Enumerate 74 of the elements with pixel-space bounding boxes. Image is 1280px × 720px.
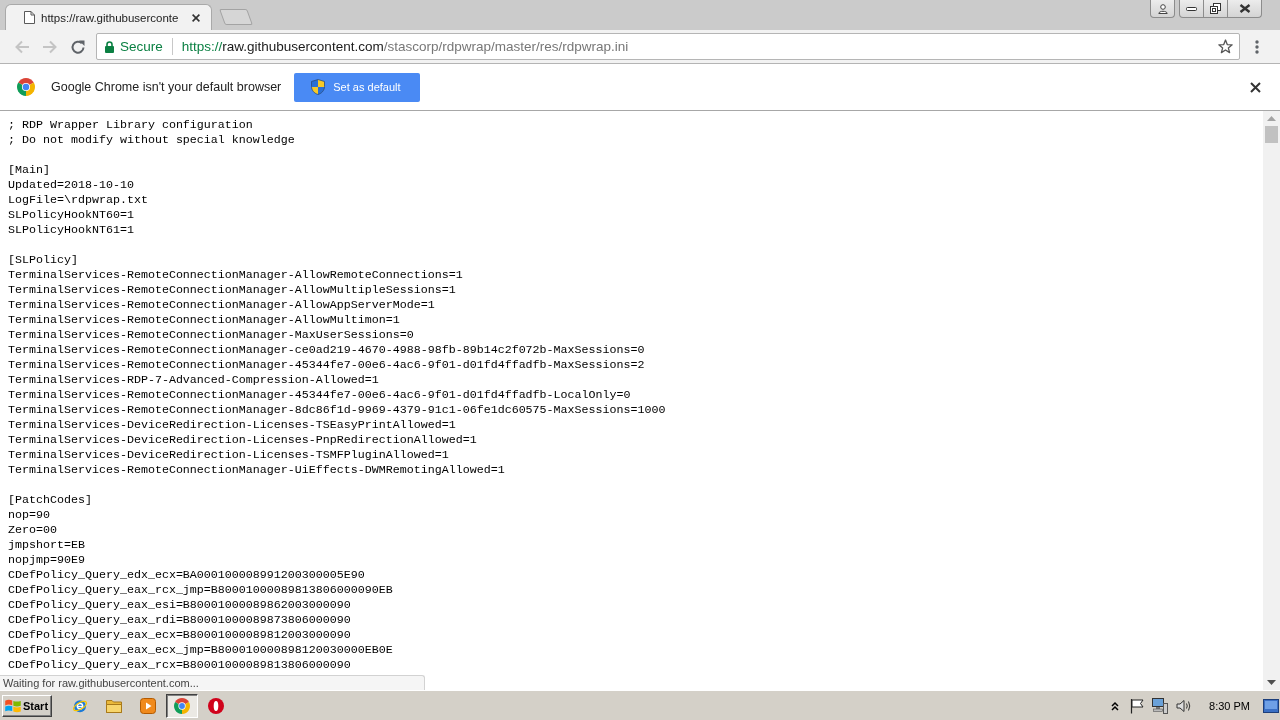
text-line: TerminalServices-RemoteConnectionManager-UiEffects-DWMRemotingAllowed=1 [8, 463, 505, 478]
network-icon[interactable] [1152, 697, 1169, 714]
text-line: [PatchCodes] [8, 493, 92, 508]
person-icon [1157, 3, 1168, 14]
text-line: ; RDP Wrapper Library configuration [8, 118, 253, 133]
text-line: SLPolicyHookNT60=1 [8, 208, 134, 223]
text-line: TerminalServices-RDP-7-Advanced-Compression-Allowed=1 [8, 373, 379, 388]
start-button[interactable]: Start [2, 694, 52, 717]
text-line: CDefPolicy_Query_eax_ecx_jmp=B800010000898120030000EB0E [8, 643, 393, 658]
text-line: CDefPolicy_Query_edx_ecx=BA000100008991200300005E90 [8, 568, 365, 583]
page-icon [24, 11, 35, 24]
minimize-button[interactable] [1179, 0, 1204, 18]
shield-icon [311, 79, 326, 95]
star-icon[interactable] [1218, 39, 1233, 54]
reload-icon[interactable] [70, 38, 86, 55]
play-icon[interactable] [140, 697, 156, 714]
scrollbar-thumb[interactable] [1265, 126, 1278, 143]
text-line: LogFile=\rdpwrap.txt [8, 193, 148, 208]
restore-icon [1210, 3, 1221, 14]
url-text[interactable]: https://raw.githubusercontent.com/stascorp/rdpwrap/master/res/rdpwrap.ini [181, 39, 629, 54]
text-line: nopjmp=90E9 [8, 553, 85, 568]
text-line: CDefPolicy_Query_eax_rdi=B80001000089873806000090 [8, 613, 351, 628]
infobar-message: Google Chrome isn't your default browser [51, 80, 282, 94]
text-line: TerminalServices-RemoteConnectionManager-AllowAppServerMode=1 [8, 298, 435, 313]
close-icon[interactable] [1250, 81, 1261, 93]
text-line: TerminalServices-RemoteConnectionManager-45344fe7-00e6-4ac6-9f01-d01fd4ffadfb-MaxSessions=2 [8, 358, 645, 373]
lock-icon [105, 40, 114, 53]
text-line: CDefPolicy_Query_eax_esi=B80001000089862003000090 [8, 598, 351, 613]
chevron-up-icon[interactable] [1111, 700, 1120, 711]
speaker-icon[interactable] [1176, 697, 1193, 714]
text-line: Updated=2018-10-10 [8, 178, 134, 193]
browser-logo-icon[interactable] [174, 697, 190, 714]
text-line: TerminalServices-RemoteConnectionManager-MaxUserSessions=0 [8, 328, 414, 343]
scrollbar[interactable] [1263, 111, 1280, 690]
folder-icon[interactable] [106, 698, 122, 713]
profile-button[interactable] [1150, 0, 1175, 18]
close-button[interactable] [1228, 0, 1262, 18]
text-line: ; Do not modify without special knowledge [8, 133, 295, 148]
text-line: SLPolicyHookNT61=1 [8, 223, 134, 238]
text-line: TerminalServices-RemoteConnectionManager-45344fe7-00e6-4ac6-9f01-d01fd4ffadfb-LocalOnly=0 [8, 388, 631, 403]
menu-icon[interactable] [1255, 39, 1259, 54]
text-line: [Main] [8, 163, 50, 178]
text-line: TerminalServices-RemoteConnectionManager-AllowRemoteConnections=1 [8, 268, 463, 283]
browser-tab[interactable]: https://raw.githubuserconte [5, 4, 213, 30]
flag-icon[interactable] [1129, 697, 1146, 714]
browser-logo-icon [17, 78, 35, 96]
text-line: CDefPolicy_Query_eax_rcx=B80001000089813806000090 [8, 658, 351, 673]
text-line: TerminalServices-DeviceRedirection-Licenses-PnpRedirectionAllowed=1 [8, 433, 477, 448]
text-line: TerminalServices-DeviceRedirection-Licenses-TSMFPluginAllowed=1 [8, 448, 449, 463]
clock-text[interactable]: 8:30 PM [1209, 699, 1250, 712]
security-label: Secure [120, 39, 163, 54]
taskbar-button[interactable] [166, 693, 198, 718]
status-bubble: Waiting for raw.githubusercontent.com... [0, 675, 425, 690]
text-line: TerminalServices-RemoteConnectionManager-8dc86f1d-9969-4379-91c1-06fe1dc60575-MaxSessions=1000 [8, 403, 666, 418]
tiled-flag-icon [5, 698, 21, 713]
desktop-icon[interactable] [1263, 698, 1279, 713]
ring-logo-icon[interactable] [208, 697, 224, 714]
scroll-down-icon[interactable] [1267, 680, 1276, 685]
close-icon[interactable] [192, 13, 201, 22]
text-line: jmpshort=EB [8, 538, 85, 553]
text-line: TerminalServices-RemoteConnectionManager-ce0ad219-4670-4988-98fb-89b14c2f072b-MaxSessions=0 [8, 343, 645, 358]
text-line: TerminalServices-DeviceRedirection-Licenses-TSEasyPrintAllowed=1 [8, 418, 456, 433]
minimize-icon [1186, 6, 1197, 11]
text-line: CDefPolicy_Query_eax_rcx_jmp=B80001000089813806000090EB [8, 583, 393, 598]
orbit-disc-icon[interactable] [72, 697, 88, 714]
restore-button[interactable] [1204, 0, 1228, 18]
address-bar[interactable]: Secure https://raw.githubusercontent.com/stascorp/rdpwrap/master/res/rdpwrap.ini [96, 33, 1240, 60]
text-line: TerminalServices-RemoteConnectionManager-AllowMultimon=1 [8, 313, 400, 328]
text-line: CDefPolicy_Query_eax_ecx=B80001000089812003000090 [8, 628, 351, 643]
text-line: TerminalServices-RemoteConnectionManager-AllowMultipleSessions=1 [8, 283, 456, 298]
text-line: Zero=00 [8, 523, 57, 538]
text-line: nop=90 [8, 508, 50, 523]
text-line: [SLPolicy] [8, 253, 78, 268]
close-icon [1238, 4, 1251, 13]
